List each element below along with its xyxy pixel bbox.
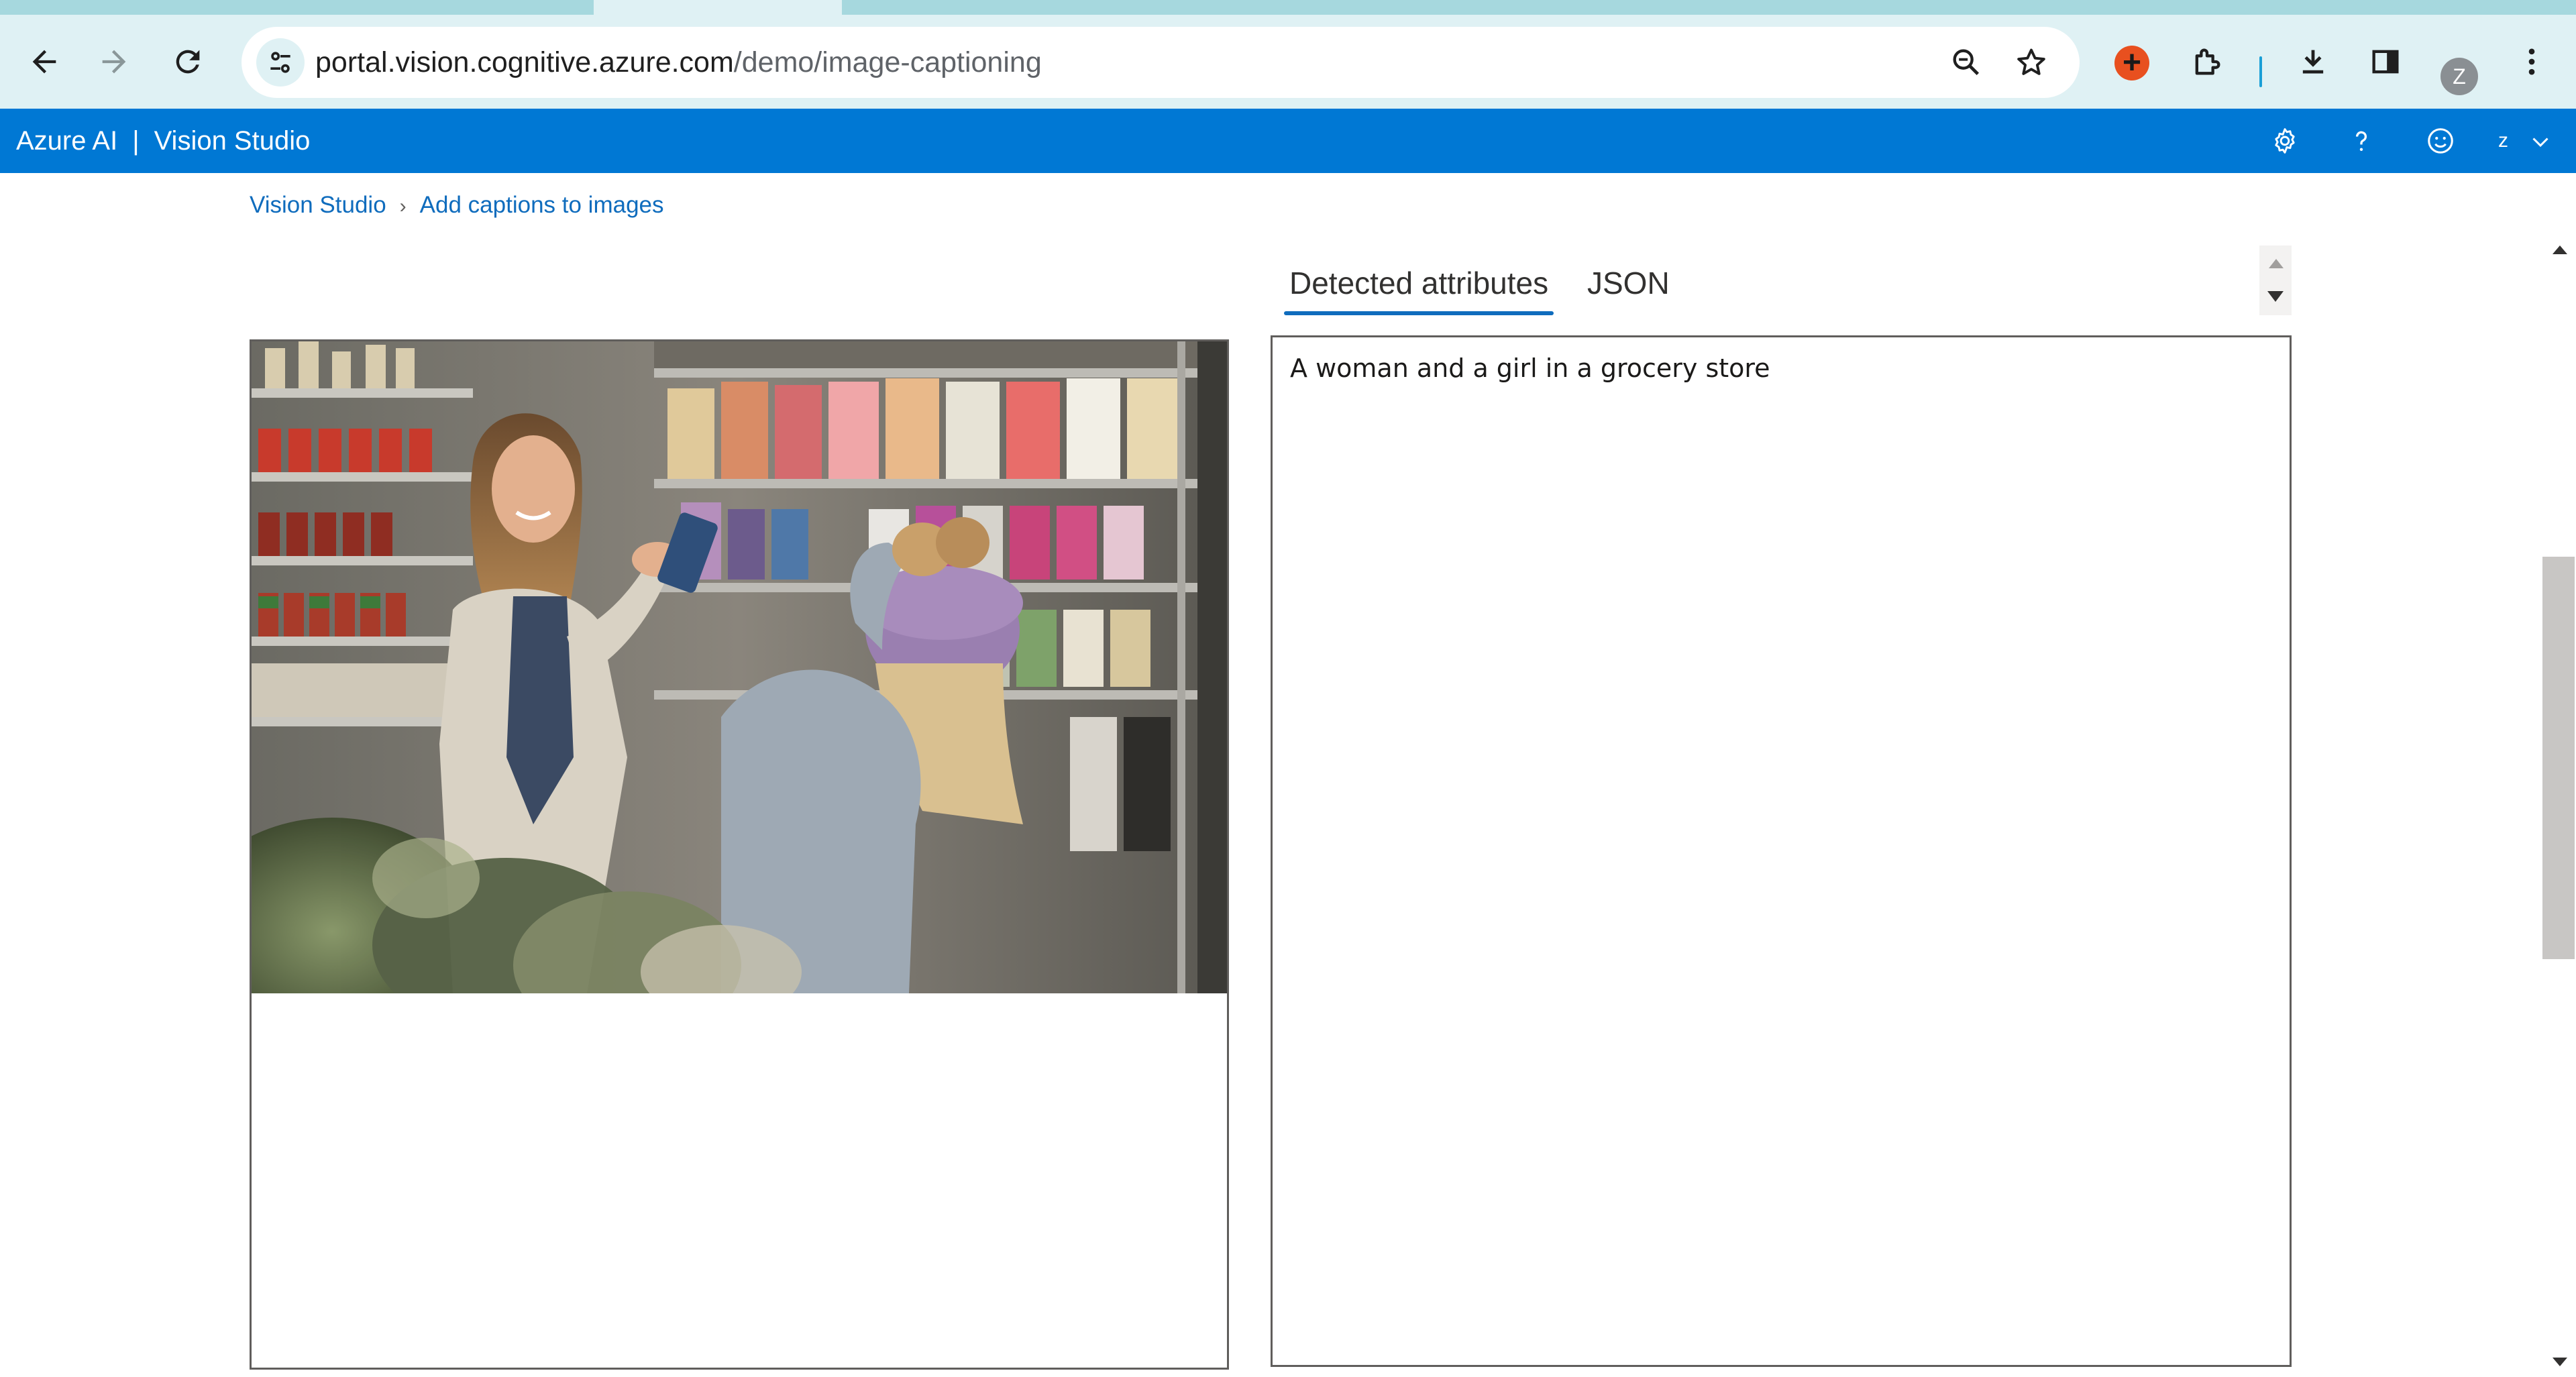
reload-button[interactable] (166, 40, 209, 83)
profile-avatar[interactable]: Z (2440, 58, 2478, 95)
scrollbar-down-arrow-icon[interactable] (2553, 1358, 2567, 1366)
brand-separator: | (132, 126, 140, 156)
scroll-up-arrow-icon[interactable] (2269, 259, 2284, 268)
url-path: /demo/image-captioning (733, 46, 1042, 78)
url-text[interactable]: portal.vision.cognitive.azure.com/demo/i… (315, 27, 1042, 98)
download-icon (2302, 50, 2324, 74)
chevron-right-icon: › (399, 195, 407, 217)
app-brand[interactable]: Azure AI | Vision Studio (16, 109, 310, 173)
tune-icon (270, 52, 290, 73)
downloads-button[interactable] (2292, 40, 2334, 83)
breadcrumb: Vision Studio › Add captions to images (250, 186, 664, 224)
tab-detected-attributes[interactable]: Detected attributes (1283, 255, 1554, 315)
tabs-scroll-control[interactable] (2259, 245, 2292, 315)
arrow-left-icon (32, 50, 56, 74)
back-button[interactable] (23, 40, 66, 83)
settings-icon (2275, 128, 2295, 154)
browser-tab-strip (0, 0, 2576, 15)
help-button[interactable] (2344, 123, 2379, 158)
site-info-button[interactable] (256, 38, 305, 87)
image-preview-panel (250, 339, 1229, 1370)
extensions-button[interactable] (2186, 40, 2229, 83)
url-host: portal.vision.cognitive.azure.com (315, 46, 734, 78)
browser-tab-active[interactable] (594, 0, 842, 15)
zoom-icon[interactable] (1949, 45, 1984, 80)
scrollbar-up-arrow-icon[interactable] (2553, 245, 2567, 254)
browser-tab-inactive[interactable] (0, 0, 594, 15)
extension-plus-icon[interactable]: + (2114, 46, 2149, 80)
settings-button[interactable] (2267, 123, 2302, 158)
arrow-right-icon (102, 50, 126, 74)
browser-menu-button[interactable] (2510, 40, 2553, 83)
forward-button[interactable] (93, 40, 136, 83)
chevron-down-icon (2532, 137, 2548, 148)
breadcrumb-current-link[interactable]: Add captions to images (420, 192, 664, 218)
detected-attributes-panel: A woman and a girl in a grocery store (1271, 335, 2292, 1367)
grocery-store-photo (252, 341, 1227, 993)
side-panel-button[interactable] (2364, 40, 2407, 83)
feedback-button[interactable] (2423, 123, 2458, 158)
toolbar-separator (2259, 56, 2262, 87)
page-scrollbar[interactable] (2542, 235, 2576, 1377)
reload-icon (176, 50, 200, 74)
help-icon (2355, 131, 2367, 152)
brand-name: Azure AI (16, 126, 118, 156)
kebab-menu-icon (2528, 48, 2535, 75)
app-header: Azure AI | Vision Studio z (0, 109, 2576, 173)
tab-json[interactable]: JSON (1587, 255, 1670, 313)
account-menu[interactable]: z (2498, 109, 2553, 173)
bookmark-star-icon[interactable] (2014, 45, 2049, 80)
puzzle-icon (2195, 48, 2220, 75)
generated-caption: A woman and a girl in a grocery store (1290, 353, 1770, 383)
scrollbar-thumb[interactable] (2542, 557, 2575, 959)
side-panel-icon (2372, 50, 2399, 74)
sample-photo (252, 341, 1227, 993)
browser-toolbar: portal.vision.cognitive.azure.com/demo/i… (0, 15, 2576, 109)
breadcrumb-root-link[interactable]: Vision Studio (250, 192, 386, 218)
scroll-down-arrow-icon[interactable] (2267, 291, 2284, 302)
feedback-icon (2428, 128, 2453, 154)
product-name: Vision Studio (154, 126, 311, 156)
user-initial: z (2498, 129, 2508, 152)
address-bar[interactable]: portal.vision.cognitive.azure.com/demo/i… (241, 27, 2080, 98)
